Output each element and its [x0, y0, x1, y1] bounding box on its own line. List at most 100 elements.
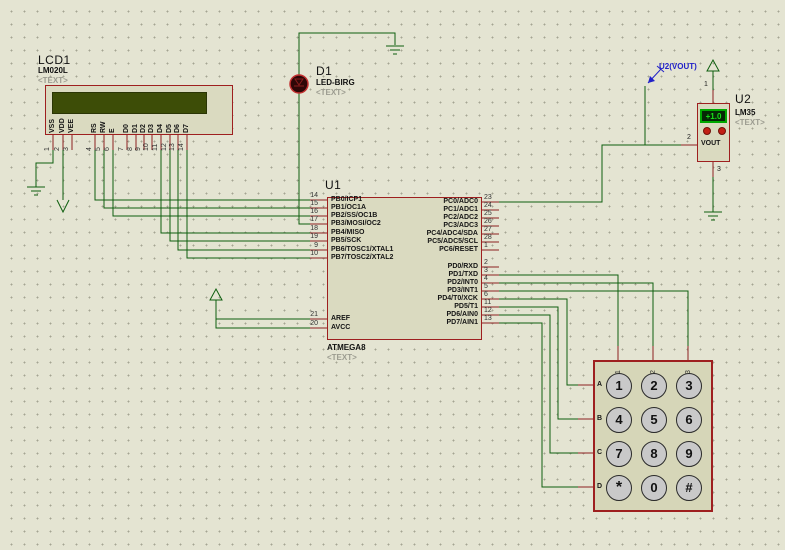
led-prop-label: <TEXT>: [316, 88, 346, 97]
mcu-pin-number: 12: [484, 307, 492, 314]
led-part-label[interactable]: LED-BIRG: [316, 78, 355, 87]
led-ref-label[interactable]: D1: [316, 64, 332, 78]
ground-symbol[interactable]: [704, 211, 722, 221]
keypad-button-1[interactable]: 1: [606, 373, 632, 399]
wire-avcc-power[interactable]: [215, 300, 310, 329]
voltage-probe-label[interactable]: U2(VOUT): [659, 62, 697, 71]
keypad-button-9[interactable]: 9: [676, 441, 702, 467]
lcd-pin-name: D1: [132, 124, 139, 133]
lcd-prop-label: <TEXT>: [38, 76, 68, 85]
mcu-pin-number: 11: [484, 299, 492, 306]
lcd-pin-name: RS: [91, 123, 98, 133]
wire-led-gnd[interactable]: [298, 32, 396, 75]
lcd-pin-name: D3: [148, 124, 155, 133]
power-terminal-down[interactable]: [56, 199, 70, 214]
lcd-ref-label[interactable]: LCD1: [38, 53, 71, 67]
keypad-button-4[interactable]: 4: [606, 407, 632, 433]
ground-symbol[interactable]: [27, 186, 45, 196]
lcd-pin-name: E: [109, 128, 116, 133]
mcu-prop-label: <TEXT>: [327, 353, 357, 362]
mcu-pin-number: 18: [310, 225, 318, 232]
mcu-pin-name: PD7/AIN1: [446, 319, 478, 326]
lcd-pin-name: VEE: [68, 118, 75, 133]
mcu-pin-name: PC4/ADC4/SDA: [426, 230, 478, 237]
mcu-pin-name: PC1/ADC1: [443, 206, 478, 213]
mcu-pin-number: 20: [310, 320, 318, 327]
ground-symbol[interactable]: [386, 45, 404, 55]
mcu-pin-name: PD0/RXD: [447, 263, 478, 270]
sensor-down-button[interactable]: [718, 127, 726, 135]
lcd-pin-number: 5: [95, 147, 102, 151]
wire-pd7-rowD[interactable]: [499, 322, 578, 488]
keypad-button-star[interactable]: *: [606, 475, 632, 501]
schematic-canvas[interactable]: LCD1 LM020L <TEXT> VSS VDD VEE RS RW E D…: [0, 0, 785, 550]
wire-lcd-rw[interactable]: [103, 150, 310, 209]
mcu-pin-number: 13: [484, 315, 492, 322]
sensor-temperature-display: +1.0: [700, 109, 727, 123]
keypad-button-5[interactable]: 5: [641, 407, 667, 433]
wire-lcd-vss-gnd[interactable]: [35, 150, 54, 187]
mcu-pin-number: 6: [484, 291, 488, 298]
wire-pd5-rowB[interactable]: [499, 306, 578, 420]
lcd-part-label[interactable]: LM020L: [38, 66, 68, 75]
mcu-pin-number: 24: [484, 202, 492, 209]
power-terminal-up[interactable]: [706, 58, 720, 72]
mcu-pin-name: AREF: [331, 315, 351, 322]
mcu-pin-name: PC2/ADC2: [443, 214, 478, 221]
lcd-screen: [52, 92, 207, 114]
mcu-pin-number: 15: [310, 200, 318, 207]
mcu-pin-name: PD2/INT0: [447, 279, 478, 286]
mcu-pin-number: 9: [314, 242, 318, 249]
lcd-pin-number: 4: [86, 147, 93, 151]
keypad-button-2[interactable]: 2: [641, 373, 667, 399]
mcu-pin-name: PC6/RESET: [439, 246, 478, 253]
mcu-pin-number: 2: [484, 259, 488, 266]
mcu-pin-number: 16: [310, 208, 318, 215]
keypad-button-0[interactable]: 0: [641, 475, 667, 501]
mcu-pin-number: 1: [484, 242, 488, 249]
lcd-pin-number: 2: [54, 147, 61, 151]
mcu-pin-name: PB7/TOSC2/XTAL2: [331, 254, 394, 261]
mcu-pin-name: AVCC: [331, 324, 351, 331]
lcd-pin-name: VDD: [59, 118, 66, 133]
wire-lcd-d4[interactable]: [160, 150, 310, 234]
mcu-pin-name: PD4/T0/XCK: [437, 295, 478, 302]
lcd-pin-number: 8: [127, 147, 134, 151]
lcd-pin-number: 12: [161, 143, 168, 151]
lcd-pin-name: RW: [100, 121, 107, 133]
power-terminal-up[interactable]: [209, 287, 223, 301]
mcu-part-label[interactable]: ATMEGA8: [327, 343, 366, 352]
lcd-pin-number: 11: [152, 143, 159, 151]
mcu-pin-name: PD1/TXD: [448, 271, 478, 278]
wire-pd6-rowC[interactable]: [499, 314, 578, 454]
lcd-pin-name: D4: [157, 124, 164, 133]
sensor-part-label[interactable]: LM35: [735, 108, 755, 117]
wire-lcd-e[interactable]: [112, 150, 310, 217]
wire-adc0-vout[interactable]: [499, 144, 681, 203]
lcd-pin-number: 9: [135, 147, 142, 151]
lcd-pin-name: D6: [174, 124, 181, 133]
keypad-button-8[interactable]: 8: [641, 441, 667, 467]
mcu-pin-number: 4: [484, 275, 488, 282]
keypad-row-label: C: [597, 449, 603, 456]
keypad-button-3[interactable]: 3: [676, 373, 702, 399]
sensor-up-button[interactable]: [703, 127, 711, 135]
keypad-button-hash[interactable]: #: [676, 475, 702, 501]
sensor-prop-label: <TEXT>: [735, 118, 765, 127]
lcd-pin-number: 13: [169, 143, 176, 151]
mcu-ref-label[interactable]: U1: [325, 178, 341, 192]
keypad-row-label: D: [597, 483, 603, 490]
keypad-button-7[interactable]: 7: [606, 441, 632, 467]
lcd-pin-name: D7: [183, 124, 190, 133]
lcd-pin-name: D0: [123, 124, 130, 133]
led-symbol[interactable]: [289, 74, 309, 94]
sensor-ref-label[interactable]: U2: [735, 92, 751, 106]
lcd-pin-number: 7: [118, 147, 125, 151]
mcu-pin-number: 28: [484, 234, 492, 241]
keypad-button-6[interactable]: 6: [676, 407, 702, 433]
wire-lcd-d7[interactable]: [186, 150, 310, 259]
wire-pd4-rowA[interactable]: [499, 298, 578, 386]
wire-lcd-d5[interactable]: [169, 150, 310, 242]
mcu-pin-number: 25: [484, 210, 492, 217]
wire-lcd-rs[interactable]: [94, 150, 310, 201]
